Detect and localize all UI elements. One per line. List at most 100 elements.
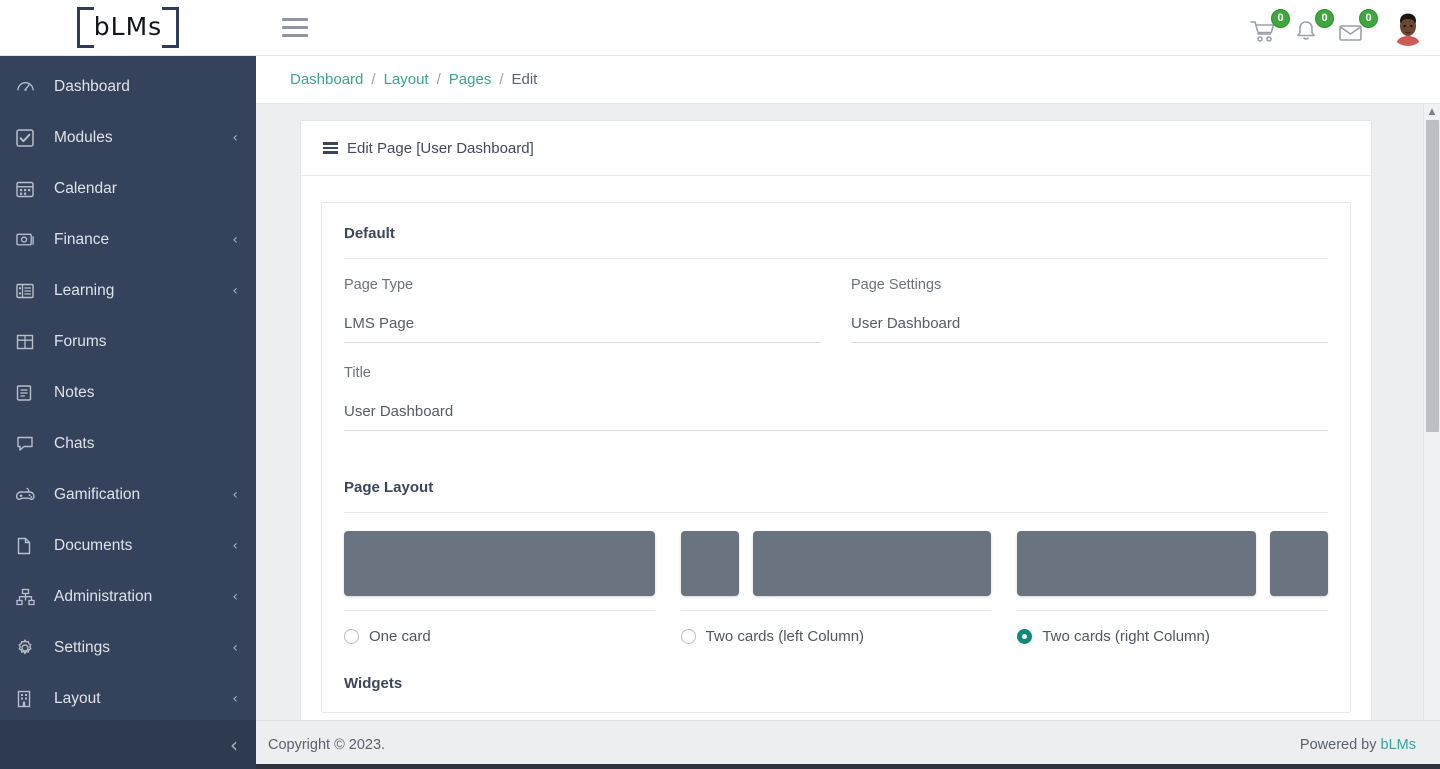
title-input[interactable]: User Dashboard (344, 403, 1328, 431)
title-field: Title User Dashboard (344, 365, 1328, 453)
sidebar-item-calendar[interactable]: Calendar (0, 163, 256, 214)
sidebar-item-chats[interactable]: Chats (0, 418, 256, 469)
top-header: bLMs 0 0 0 (0, 0, 1440, 56)
title-row: Title User Dashboard (344, 365, 1328, 453)
layout-option-one-card[interactable]: One card (344, 531, 655, 645)
building-icon (16, 690, 44, 708)
chat-bubble-icon (16, 435, 44, 453)
page-settings-label: Page Settings (851, 277, 942, 293)
sidebar-nav: Dashboard Modules ‹ Calendar Finance ‹ L… (0, 56, 256, 720)
messages-button[interactable]: 0 (1338, 8, 1378, 45)
page-type-input[interactable]: LMS Page (344, 315, 821, 343)
notes-icon (16, 384, 44, 402)
vertical-scrollbar[interactable]: ▲ (1423, 104, 1440, 720)
sidebar-item-forums[interactable]: Forums (0, 316, 256, 367)
page-settings-input[interactable]: User Dashboard (851, 315, 1328, 343)
sidebar-collapse-button[interactable]: ‹ (230, 735, 238, 755)
cart-button[interactable]: 0 (1250, 8, 1290, 45)
sidebar-item-gamification[interactable]: Gamification ‹ (0, 469, 256, 520)
radio-button-icon[interactable] (680, 629, 696, 644)
messages-badge: 0 (1359, 8, 1378, 28)
hamburger-bar (282, 26, 308, 29)
radio-button-icon[interactable] (344, 629, 359, 644)
app-logo[interactable]: bLMs (76, 6, 180, 49)
panel-body: Default Page Type LMS Page Page Settings… (301, 176, 1371, 720)
breadcrumb-separator: / (436, 71, 441, 88)
sidebar-item-administration[interactable]: Administration ‹ (0, 571, 256, 622)
brand-zone: bLMs (0, 0, 256, 56)
sidebar-item-label: Notes (54, 383, 95, 401)
widgets-section-title: Widgets (344, 675, 403, 692)
sidebar-item-label: Learning (54, 281, 115, 299)
breadcrumb-current: Edit (511, 71, 538, 88)
form-card: Default Page Type LMS Page Page Settings… (321, 202, 1351, 713)
breadcrumb-item-dashboard[interactable]: Dashboard (290, 71, 363, 88)
breadcrumb-separator: / (499, 71, 504, 88)
page-type-settings-row: Page Type LMS Page Page Settings User Da… (344, 277, 1328, 365)
calendar-icon (16, 180, 44, 198)
content-scroll-area: Edit Page [User Dashboard] Default Page … (256, 104, 1440, 720)
breadcrumb-item-layout[interactable]: Layout (384, 71, 429, 88)
sidebar-item-settings[interactable]: Settings ‹ (0, 622, 256, 673)
scroll-up-arrow-icon[interactable]: ▲ (1424, 104, 1440, 119)
option-divider (1017, 610, 1329, 611)
chevron-left-icon: ‹ (232, 231, 238, 248)
sidebar-item-label: Forums (54, 332, 107, 350)
page-layout-section-title: Page Layout (344, 479, 1328, 513)
powered-brand[interactable]: bLMs (1381, 737, 1416, 753)
sidebar-item-finance[interactable]: Finance ‹ (0, 214, 256, 265)
chevron-left-icon: ‹ (232, 282, 238, 299)
layout-radio-two-cards-right[interactable]: Two cards (right Column) (1017, 628, 1328, 645)
powered-prefix: Powered by (1299, 737, 1381, 753)
sidebar-item-label: Modules (54, 128, 113, 146)
horizontal-scrollbar[interactable] (256, 764, 1440, 769)
option-divider (680, 610, 992, 611)
layout-option-label: Two cards (left Column) (705, 628, 865, 645)
page-settings-field: Page Settings User Dashboard (851, 277, 1328, 365)
speedometer-icon (16, 77, 44, 96)
preview-card-box (344, 531, 655, 596)
panel-title: Edit Page [User Dashboard] (347, 139, 534, 157)
layout-option-two-cards-left[interactable]: Two cards (left Column) (680, 531, 992, 645)
chevron-left-icon: ‹ (232, 537, 238, 554)
sidebar-item-learning[interactable]: Learning ‹ (0, 265, 256, 316)
sidebar-footer: ‹ (0, 720, 256, 769)
notifications-button[interactable]: 0 (1294, 8, 1334, 45)
layout-radio-two-cards-left[interactable]: Two cards (left Column) (680, 628, 992, 645)
cash-icon (16, 231, 44, 249)
logo-text: bLMs (93, 12, 163, 41)
table-icon (16, 333, 44, 351)
header-actions: 0 0 0 (1250, 8, 1440, 46)
scrollbar-thumb[interactable] (1426, 120, 1439, 432)
breadcrumb-item-pages[interactable]: Pages (449, 71, 492, 88)
avatar[interactable] (1390, 9, 1426, 46)
sidebar-item-label: Settings (54, 638, 111, 656)
layout-preview (344, 531, 655, 596)
title-label: Title (344, 365, 371, 381)
layout-radio-one-card[interactable]: One card (344, 628, 655, 645)
sidebar-item-label: Layout (54, 689, 101, 707)
chevron-left-icon: ‹ (232, 690, 238, 707)
powered-by: Powered by bLMs (1300, 737, 1416, 753)
layout-option-two-cards-right[interactable]: Two cards (right Column) (1017, 531, 1329, 645)
user-avatar-image (1390, 9, 1426, 46)
sidebar-item-notes[interactable]: Notes (0, 367, 256, 418)
radio-button-icon-selected[interactable] (1017, 629, 1033, 644)
sitemap-icon (16, 588, 44, 606)
layout-preview (1017, 531, 1329, 596)
sidebar-item-layout[interactable]: Layout ‹ (0, 673, 256, 720)
sidebar-item-label: Finance (54, 230, 110, 248)
default-section-title: Default (344, 225, 1328, 259)
sidebar-item-label: Dashboard (54, 77, 130, 95)
checkbox-icon (16, 128, 44, 147)
sidebar-item-documents[interactable]: Documents ‹ (0, 520, 256, 571)
sidebar-item-dashboard[interactable]: Dashboard (0, 61, 256, 112)
breadcrumb: Dashboard / Layout / Pages / Edit (256, 56, 1440, 104)
sidebar-item-label: Calendar (54, 179, 117, 197)
sidebar-item-modules[interactable]: Modules ‹ (0, 112, 256, 163)
hamburger-icon[interactable] (282, 15, 308, 41)
bell-icon (1297, 20, 1315, 40)
layout-option-label: Two cards (right Column) (1042, 628, 1210, 645)
app-root: bLMs 0 0 0 Dashboard Modules ‹ Calendar … (0, 0, 1440, 769)
preview-card-box (680, 531, 739, 596)
